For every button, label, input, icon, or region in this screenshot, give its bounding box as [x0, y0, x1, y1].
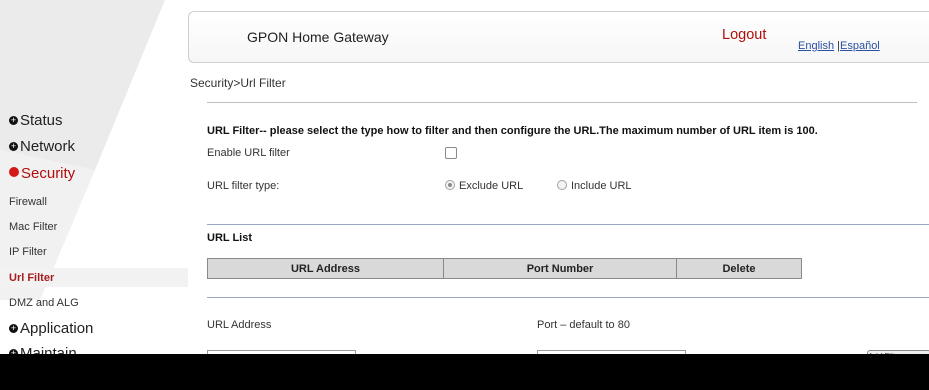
sidebar-subitem-url-filter[interactable]: Url Filter: [9, 272, 54, 284]
expand-plus-icon: +: [9, 115, 18, 125]
column-header-port-number: Port Number: [443, 258, 677, 279]
sidebar-item-label: Security: [21, 165, 76, 182]
language-english-link[interactable]: English: [798, 40, 834, 52]
enable-url-filter-checkbox[interactable]: [445, 147, 457, 159]
breadcrumb: Security>Url Filter: [190, 76, 286, 90]
logout-link[interactable]: Logout: [722, 27, 766, 43]
include-url-label: Include URL: [571, 180, 632, 192]
table-header-row: URL Address Port Number Delete: [207, 258, 802, 279]
expand-plus-icon: +: [9, 323, 18, 333]
sidebar-subitem-mac-filter[interactable]: Mac Filter: [9, 221, 57, 233]
screen-occlusion-bar: [0, 354, 929, 390]
divider: [207, 297, 929, 298]
exclude-url-radio[interactable]: [445, 180, 455, 190]
sidebar-item-label: Status: [20, 112, 63, 129]
language-switcher: English |Español: [798, 40, 880, 52]
sidebar-subitem-ip-filter[interactable]: IP Filter: [9, 246, 47, 258]
sidebar-item-network[interactable]: + Network: [9, 138, 75, 155]
url-filter-type-label: URL filter type:: [207, 180, 280, 192]
divider: [207, 102, 917, 103]
include-url-option[interactable]: Include URL: [557, 180, 632, 192]
url-list-table: URL Address Port Number Delete: [207, 258, 802, 279]
column-header-delete: Delete: [676, 258, 802, 279]
divider: [207, 224, 929, 225]
exclude-url-label: Exclude URL: [459, 180, 524, 192]
header-bar: GPON Home Gateway Logout English |Españo…: [188, 11, 929, 63]
collapse-minus-icon: [9, 167, 19, 177]
url-list-title: URL List: [207, 232, 253, 244]
sidebar-subitem-firewall[interactable]: Firewall: [9, 196, 47, 208]
column-header-url-address: URL Address: [207, 258, 444, 279]
sidebar-subitem-dmz-alg[interactable]: DMZ and ALG: [9, 297, 79, 309]
section-title: URL Filter-- please select the type how …: [207, 125, 818, 137]
sidebar-item-label: Network: [20, 138, 76, 155]
port-label: Port – default to 80: [537, 319, 630, 331]
sidebar-item-status[interactable]: + Status: [9, 112, 63, 129]
expand-plus-icon: +: [9, 141, 18, 151]
sidebar-item-label: Application: [20, 320, 94, 337]
sidebar-item-application[interactable]: + Application: [9, 320, 93, 337]
language-espanol-link[interactable]: Español: [840, 40, 880, 52]
include-url-radio[interactable]: [557, 180, 567, 190]
sidebar-item-security[interactable]: Security: [9, 165, 75, 182]
url-address-label: URL Address: [207, 319, 272, 331]
enable-url-filter-label: Enable URL filter: [207, 147, 290, 159]
app-title: GPON Home Gateway: [247, 29, 389, 45]
exclude-url-option[interactable]: Exclude URL: [445, 180, 523, 192]
